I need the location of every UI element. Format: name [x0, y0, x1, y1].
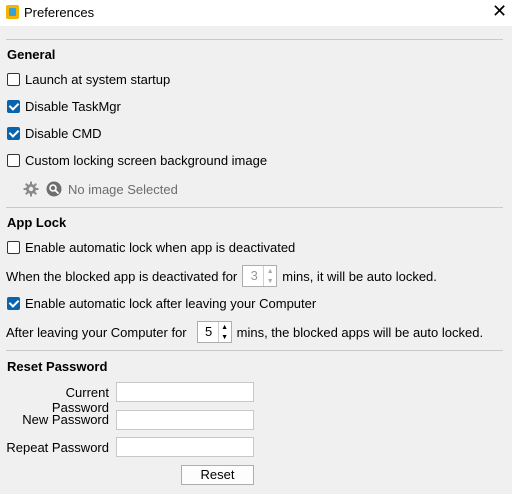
current-password-field[interactable]: [116, 382, 254, 402]
general-heading: General: [7, 47, 56, 62]
image-status-text: No image Selected: [68, 182, 178, 197]
divider: [6, 207, 503, 208]
reset-password-heading: Reset Password: [7, 359, 108, 374]
launch-startup-option[interactable]: Launch at system startup: [7, 72, 170, 87]
leaving-prefix-text: After leaving your Computer for: [6, 324, 187, 340]
deactivated-minutes-value[interactable]: 3: [243, 266, 263, 286]
auto-lock-deactivated-checkbox[interactable]: [7, 241, 20, 254]
auto-lock-leaving-option[interactable]: Enable automatic lock after leaving your…: [7, 296, 316, 311]
search-icon[interactable]: [46, 181, 62, 197]
chevron-up-icon[interactable]: ▲: [219, 322, 231, 332]
auto-lock-leaving-label: Enable automatic lock after leaving your…: [25, 296, 317, 311]
new-password-label: New Password: [22, 412, 109, 427]
title-bar: Preferences ✕: [0, 0, 512, 26]
deactivated-suffix-text: mins, it will be auto locked.: [282, 268, 437, 284]
custom-lock-bg-label: Custom locking screen background image: [25, 153, 268, 168]
disable-taskmgr-checkbox[interactable]: [7, 100, 20, 113]
gear-icon[interactable]: [23, 181, 39, 197]
deactivated-minutes-row: When the blocked app is deactivated for …: [6, 265, 437, 287]
chevron-down-icon[interactable]: ▼: [219, 332, 231, 342]
leaving-minutes-stepper[interactable]: 5 ▲ ▼: [196, 321, 232, 343]
disable-cmd-checkbox[interactable]: [7, 127, 20, 140]
reset-button[interactable]: Reset: [181, 465, 254, 485]
repeat-password-label: Repeat Password: [6, 440, 109, 455]
new-password-field[interactable]: [116, 410, 254, 430]
divider: [6, 350, 503, 351]
close-icon[interactable]: ✕: [492, 2, 507, 20]
leaving-minutes-row: After leaving your Computer for 5 ▲ ▼ mi…: [6, 321, 483, 343]
disable-cmd-label: Disable CMD: [25, 126, 102, 141]
custom-lock-bg-option[interactable]: Custom locking screen background image: [7, 153, 267, 168]
repeat-password-field[interactable]: [116, 437, 254, 457]
divider: [6, 39, 503, 40]
auto-lock-deactivated-label: Enable automatic lock when app is deacti…: [25, 240, 296, 255]
disable-taskmgr-label: Disable TaskMgr: [25, 99, 121, 114]
custom-lock-bg-checkbox[interactable]: [7, 154, 20, 167]
leaving-suffix-text: mins, the blocked apps will be auto lock…: [236, 324, 484, 340]
current-password-label: Current Password: [51, 385, 109, 415]
launch-startup-label: Launch at system startup: [25, 72, 171, 87]
launch-startup-checkbox[interactable]: [7, 73, 20, 86]
auto-lock-deactivated-option[interactable]: Enable automatic lock when app is deacti…: [7, 240, 295, 255]
deactivated-minutes-stepper[interactable]: 3 ▲ ▼: [242, 265, 278, 287]
lock-app-icon: [6, 5, 19, 19]
leaving-minutes-value[interactable]: 5: [198, 322, 218, 342]
disable-cmd-option[interactable]: Disable CMD: [7, 126, 102, 141]
window-title: Preferences: [24, 5, 95, 20]
disable-taskmgr-option[interactable]: Disable TaskMgr: [7, 99, 121, 114]
chevron-up-icon[interactable]: ▲: [264, 266, 276, 276]
app-lock-heading: App Lock: [7, 215, 67, 230]
chevron-down-icon[interactable]: ▼: [264, 276, 276, 286]
deactivated-prefix-text: When the blocked app is deactivated for: [6, 268, 238, 284]
auto-lock-leaving-checkbox[interactable]: [7, 297, 20, 310]
